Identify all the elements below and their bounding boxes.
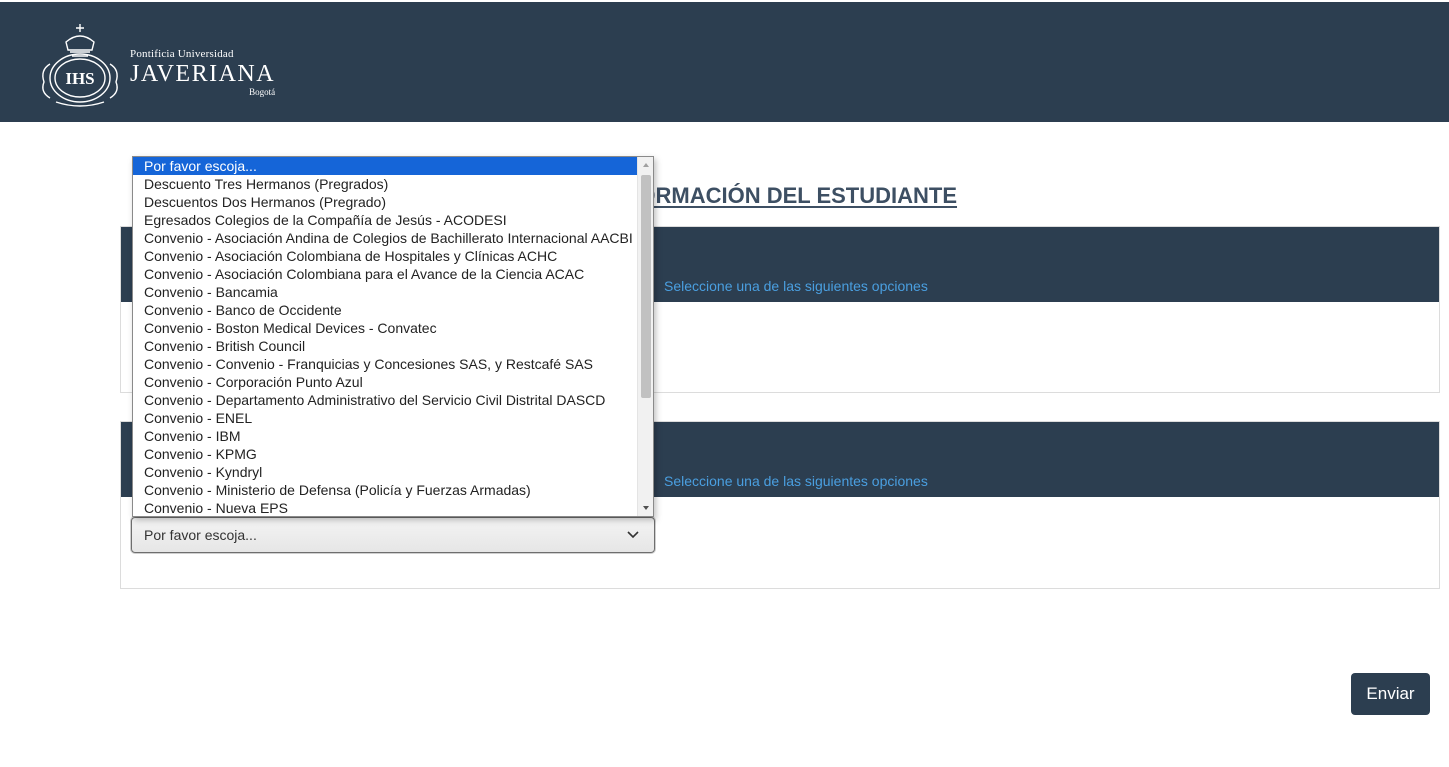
logo-title: JAVERIANA (130, 61, 276, 87)
university-logo[interactable]: IHS Pontificia Universidad JAVERIANA Bog… (36, 20, 275, 110)
dropdown-option[interactable]: Convenio - Corporación Punto Azul (133, 373, 639, 391)
discount-dropdown-list[interactable]: Por favor escoja... Descuento Tres Herman… (132, 156, 654, 517)
dropdown-option[interactable]: Convenio - Kyndryl (133, 463, 639, 481)
dropdown-option[interactable]: Convenio - Ministerio de Defensa (Policí… (133, 481, 639, 499)
dropdown-option[interactable]: Convenio - Departamento Administrativo d… (133, 391, 639, 409)
dropdown-option[interactable]: Convenio - IBM (133, 427, 639, 445)
site-header: IHS Pontificia Universidad JAVERIANA Bog… (0, 2, 1449, 122)
section-1-hint: Seleccione una de las siguientes opcione… (664, 278, 928, 294)
dropdown-option[interactable]: Convenio - ENEL (133, 409, 639, 427)
scrollbar-thumb[interactable] (641, 175, 651, 398)
select-current-value: Por favor escoja... (144, 527, 257, 543)
dropdown-option[interactable]: Descuentos Dos Hermanos (Pregrado) (133, 193, 639, 211)
dropdown-option[interactable]: Convenio - Asociación Colombiana de Hosp… (133, 247, 639, 265)
dropdown-option[interactable]: Convenio - British Council (133, 337, 639, 355)
dropdown-option[interactable]: Convenio - KPMG (133, 445, 639, 463)
submit-button[interactable]: Enviar (1351, 673, 1430, 715)
dropdown-option[interactable]: Convenio - Asociación Colombiana para el… (133, 265, 639, 283)
dropdown-option[interactable]: Descuento Tres Hermanos (Pregrados) (133, 175, 639, 193)
dropdown-option[interactable]: Convenio - Bancamia (133, 283, 639, 301)
dropdown-option[interactable]: Egresados Colegios de la Compañía de Jes… (133, 211, 639, 229)
dropdown-scrollbar[interactable] (637, 157, 653, 516)
discount-select[interactable]: Por favor escoja... (131, 517, 655, 553)
section-2-hint: Seleccione una de las siguientes opcione… (664, 473, 928, 489)
chevron-down-icon (627, 531, 639, 539)
dropdown-option[interactable]: Por favor escoja... (133, 157, 639, 175)
dropdown-option[interactable]: Convenio - Nueva EPS (133, 499, 639, 516)
coat-of-arms-icon: IHS (42, 24, 118, 107)
dropdown-option[interactable]: Convenio - Banco de Occidente (133, 301, 639, 319)
dropdown-option[interactable]: Convenio - Boston Medical Devices - Conv… (133, 319, 639, 337)
logo-city: Bogotá (249, 87, 276, 97)
dropdown-option[interactable]: Convenio - Asociación Andina de Colegios… (133, 229, 639, 247)
svg-text:IHS: IHS (65, 69, 94, 88)
logo-wordmark: Pontificia Universidad JAVERIANA Bogotá (130, 48, 275, 97)
logo-subtitle: Pontificia Universidad (130, 48, 234, 60)
scroll-down-arrow-icon[interactable] (638, 500, 654, 516)
dropdown-option[interactable]: Convenio - Convenio - Franquicias y Conc… (133, 355, 639, 373)
scroll-up-arrow-icon[interactable] (638, 157, 654, 173)
